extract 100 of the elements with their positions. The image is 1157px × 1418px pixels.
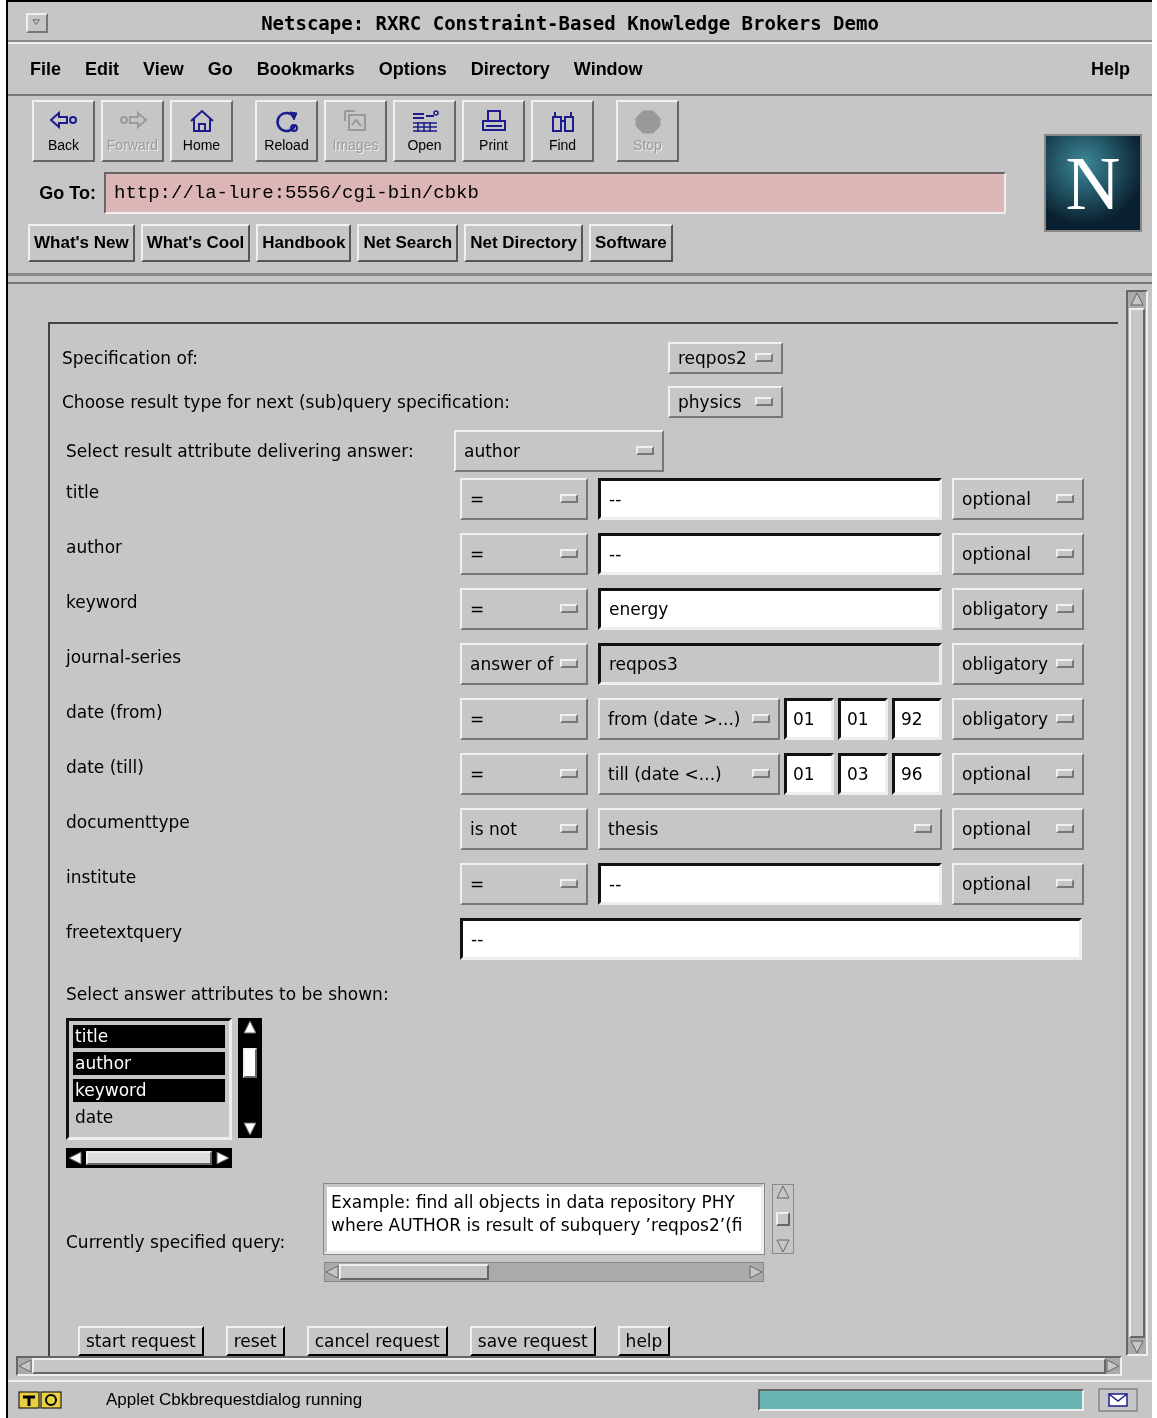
toolbar-button[interactable]: Back bbox=[32, 100, 95, 163]
toolbar-button[interactable]: Open bbox=[393, 100, 456, 163]
dropdown[interactable]: = bbox=[460, 697, 588, 740]
input-field[interactable]: reqpos3 bbox=[598, 642, 942, 685]
dropdown[interactable]: is not bbox=[460, 807, 588, 850]
menu-item[interactable]: Window bbox=[573, 58, 643, 80]
down-arrow-icon[interactable] bbox=[243, 1121, 257, 1136]
security-icon[interactable] bbox=[18, 1389, 64, 1410]
input-field[interactable]: energy bbox=[598, 587, 942, 630]
vertical-scrollbar[interactable] bbox=[772, 1183, 794, 1254]
directory-button[interactable]: Net Directory bbox=[464, 224, 583, 263]
input-field[interactable]: -- bbox=[598, 477, 942, 520]
form-button[interactable]: help bbox=[617, 1325, 671, 1356]
scroll-thumb[interactable] bbox=[776, 1211, 790, 1226]
dropdown[interactable]: author bbox=[454, 429, 664, 472]
menu-item[interactable]: Options bbox=[378, 58, 447, 80]
status-text: Applet Cbkbrequestdialog running bbox=[106, 1389, 364, 1410]
horizontal-scrollbar[interactable] bbox=[324, 1261, 764, 1282]
field-label: Choose result type for next (sub)query specification: bbox=[62, 391, 511, 412]
dropdown[interactable]: optional bbox=[952, 862, 1084, 905]
toolbar-button[interactable]: Print bbox=[462, 100, 525, 163]
window-title: Netscape: RXRC Constraint-Based Knowledge Brokers Demo bbox=[260, 12, 880, 35]
menu-item[interactable]: Help bbox=[1091, 58, 1130, 80]
field-label: Currently specified query: bbox=[66, 1230, 287, 1254]
dropdown[interactable]: till (date <...) bbox=[598, 752, 780, 795]
input-field[interactable]: -- bbox=[460, 917, 1082, 960]
directory-button[interactable]: Handbook bbox=[256, 224, 352, 263]
toolbar-button[interactable]: Find bbox=[531, 100, 594, 163]
toolbar-button[interactable]: Reload bbox=[255, 100, 318, 163]
dropdown[interactable]: = bbox=[460, 532, 588, 575]
dropdown[interactable]: = bbox=[460, 477, 588, 520]
directory-button[interactable]: Software bbox=[589, 224, 673, 263]
form-button[interactable]: save request bbox=[469, 1325, 596, 1356]
location-label: Go To: bbox=[38, 182, 96, 204]
input-field[interactable]: 03 bbox=[838, 752, 888, 795]
menu-item[interactable]: Bookmarks bbox=[256, 58, 355, 80]
field-label: keyword bbox=[66, 590, 139, 612]
up-arrow-icon[interactable] bbox=[243, 1019, 257, 1034]
scroll-thumb[interactable] bbox=[243, 1047, 257, 1078]
input-field[interactable]: 01 bbox=[784, 697, 834, 740]
url-field[interactable]: http://la-lure:5556/cgi-bin/cbkb bbox=[104, 172, 1006, 215]
field-label: Specification of: bbox=[62, 347, 200, 368]
field-label: Select result attribute delivering answer: bbox=[66, 440, 415, 461]
toolbar-button[interactable]: Home bbox=[170, 100, 233, 163]
dropdown[interactable]: optional bbox=[952, 477, 1084, 520]
form-button[interactable]: start request bbox=[78, 1325, 204, 1356]
field-label: freetextquery bbox=[66, 920, 184, 942]
dropdown[interactable]: optional bbox=[952, 807, 1084, 850]
dropdown[interactable]: optional bbox=[952, 532, 1084, 575]
scroll-thumb[interactable] bbox=[86, 1150, 212, 1165]
field-label: documenttype bbox=[66, 810, 191, 832]
dropdown[interactable]: reqpos2 bbox=[668, 341, 783, 374]
logo: N bbox=[1044, 134, 1142, 233]
input-field[interactable]: 01 bbox=[784, 752, 834, 795]
input-field[interactable]: -- bbox=[598, 862, 942, 905]
dropdown[interactable]: obligatory bbox=[952, 587, 1084, 630]
query-text-area[interactable]: Example: find all objects in data repository PHY where AUTHOR is result of subquery ’reqpos2’(fi bbox=[324, 1183, 764, 1254]
directory-button[interactable]: Net Search bbox=[357, 224, 459, 263]
left-arrow-icon[interactable] bbox=[68, 1150, 82, 1165]
list-item[interactable]: author bbox=[73, 1051, 225, 1075]
input-field[interactable]: 96 bbox=[892, 752, 942, 795]
directory-button[interactable]: What's Cool bbox=[140, 224, 251, 263]
vertical-scrollbar[interactable] bbox=[1126, 289, 1148, 1356]
mail-icon[interactable] bbox=[1098, 1387, 1138, 1412]
field-label: institute bbox=[66, 865, 138, 887]
dropdown[interactable]: from (date >...) bbox=[598, 697, 780, 740]
dropdown[interactable]: obligatory bbox=[952, 697, 1084, 740]
section-label: Select answer attributes to be shown: bbox=[66, 983, 390, 1004]
list-item[interactable]: title bbox=[73, 1024, 225, 1048]
input-field[interactable]: 01 bbox=[838, 697, 888, 740]
field-label: journal-series bbox=[66, 645, 182, 667]
form-button[interactable]: reset bbox=[225, 1325, 285, 1356]
menu-item[interactable]: File bbox=[30, 58, 61, 80]
dropdown[interactable]: = bbox=[460, 587, 588, 630]
list-item[interactable]: keyword bbox=[73, 1078, 225, 1102]
form-button[interactable]: cancel request bbox=[306, 1325, 448, 1356]
field-label: date (till) bbox=[66, 755, 145, 777]
directory-button[interactable]: What's New bbox=[28, 224, 135, 263]
dropdown[interactable]: answer of bbox=[460, 642, 588, 685]
dropdown[interactable]: = bbox=[460, 752, 588, 795]
input-field[interactable]: -- bbox=[598, 532, 942, 575]
dropdown[interactable]: = bbox=[460, 862, 588, 905]
dropdown[interactable]: physics bbox=[668, 385, 783, 418]
menu-item[interactable]: Directory bbox=[470, 58, 550, 80]
window-menu-icon[interactable] bbox=[26, 13, 48, 34]
horizontal-scrollbar[interactable] bbox=[16, 1355, 1122, 1376]
dropdown[interactable]: thesis bbox=[598, 807, 942, 850]
field-label: author bbox=[66, 535, 124, 557]
menu-item[interactable]: View bbox=[143, 58, 184, 80]
dropdown[interactable]: optional bbox=[952, 752, 1084, 795]
vertical-scrollbar[interactable] bbox=[238, 1017, 262, 1138]
menu-item[interactable]: Edit bbox=[85, 58, 119, 80]
dropdown[interactable]: obligatory bbox=[952, 642, 1084, 685]
right-arrow-icon[interactable] bbox=[216, 1150, 230, 1165]
input-field[interactable]: 92 bbox=[892, 697, 942, 740]
menu-item[interactable]: Go bbox=[207, 58, 233, 80]
list-item[interactable]: date bbox=[73, 1105, 225, 1129]
attribute-listbox[interactable]: title author keyword date bbox=[66, 1017, 232, 1140]
field-label: date (from) bbox=[66, 700, 164, 722]
horizontal-scrollbar[interactable] bbox=[66, 1147, 232, 1168]
